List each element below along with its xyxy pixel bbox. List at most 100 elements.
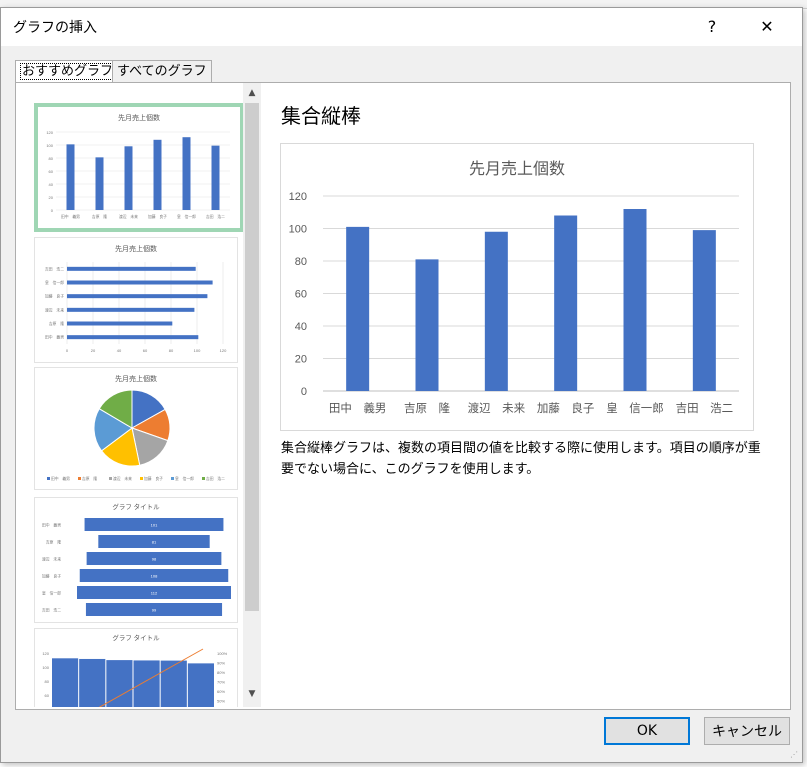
thumb-pareto-bar <box>160 660 187 707</box>
thumb-legend-swatch <box>109 477 112 480</box>
thumbnail-column-chart: 先月売上個数 0 20 40 60 80 100 120 田中 義男 吉原 隆 渡辺 未来 加藤 良子… <box>46 113 230 219</box>
thumb-bar <box>95 157 104 210</box>
y-tick-label: 0 <box>301 386 307 398</box>
tab-recommended[interactable]: おすすめグラフ <box>15 60 121 84</box>
thumb-title: グラフ タイトル <box>112 502 160 511</box>
thumb-bar <box>67 321 173 326</box>
thumb-bar <box>153 139 162 210</box>
thumbnail-funnel[interactable]: グラフ タイトル 101 田中 義男 81 吉原 隆 98 渡辺 未来 108 加藤 良子 112… <box>34 497 238 623</box>
thumb-funnel-value: 101 <box>151 523 158 528</box>
thumb-funnel-value: 98 <box>152 557 157 562</box>
chart-preview: 先月売上個数 0 20 40 60 80 100 120 田中 義男 吉原 隆 渡辺 未来 加藤 良子… <box>280 143 754 431</box>
chart-title: 先月売上個数 <box>469 160 565 178</box>
bar <box>484 231 508 391</box>
thumb-x-tick: 60 <box>143 348 148 353</box>
thumb-x-tick: 吉原 隆 <box>92 214 107 219</box>
dialog-title: グラフの挿入 <box>13 20 97 36</box>
thumb-legend-label: 加藤 良子 <box>144 476 163 481</box>
x-tick-label: 加藤 良子 <box>537 401 595 415</box>
y-tick-label: 120 <box>289 191 307 203</box>
thumb-title: グラフ タイトル <box>112 633 160 642</box>
x-tick-label: 田中 義男 <box>329 401 387 415</box>
thumb-legend-label: 吉田 浩二 <box>206 476 225 481</box>
thumbnail-clustered-bar[interactable]: 先月売上個数 0 20 40 60 80 100 120 吉田 浩二皇 信一郎 加藤 良子 渡辺 未… <box>34 237 238 363</box>
thumb-y-tick: 渡辺 未来 <box>45 307 64 312</box>
thumb-y-tick: 80 <box>49 156 54 161</box>
thumb-y-tick: 60 <box>45 693 50 698</box>
thumb-x-tick: 40 <box>117 348 122 353</box>
thumb-bar <box>211 145 220 210</box>
y-tick-label: 80 <box>295 256 307 268</box>
thumb-funnel-label: 吉田 浩二 <box>42 608 61 613</box>
thumb-funnel-value: 81 <box>152 540 157 545</box>
thumb-legend-label: 渡辺 未来 <box>113 476 132 481</box>
thumbnail-pie[interactable]: 先月売上個数 田中 義男 吉原 隆 渡辺 未来 加藤 良子 皇 信一郎 吉田 浩二 <box>34 367 238 490</box>
thumb-y-tick: 120 <box>42 651 49 656</box>
thumb-x-tick: 120 <box>220 348 227 353</box>
thumb-funnel-value: 112 <box>151 591 158 596</box>
thumb-pct-tick: 80% <box>217 670 225 675</box>
thumb-y-tick: 0 <box>51 208 54 213</box>
thumb-x-tick: 20 <box>91 348 96 353</box>
thumb-funnel-label: 渡辺 未来 <box>42 557 61 562</box>
thumb-title: 先月売上個数 <box>115 374 157 383</box>
gallery-scrollbar[interactable]: ▲ ▼ <box>243 83 261 707</box>
thumb-y-tick: 皇 信一郎 <box>45 280 64 285</box>
thumb-x-tick: 皇 信一郎 <box>177 214 196 219</box>
thumb-x-tick: 田中 義男 <box>61 214 80 219</box>
tab-all-charts-label: すべてのグラフ <box>117 64 207 79</box>
close-button[interactable]: ✕ <box>749 12 785 40</box>
thumb-funnel-label: 吉原 隆 <box>46 540 61 545</box>
thumb-x-tick: 吉田 浩二 <box>206 214 225 219</box>
thumb-y-tick: 田中 義男 <box>45 335 64 340</box>
thumbnail-funnel-chart: グラフ タイトル 101 田中 義男 81 吉原 隆 98 渡辺 未来 108 加藤 良子 112… <box>42 502 231 616</box>
scroll-up-arrow-icon[interactable]: ▲ <box>245 86 259 100</box>
thumb-x-tick: 0 <box>66 348 69 353</box>
thumbnail-pie-chart: 先月売上個数田中 義男 吉原 隆 渡辺 未来 加藤 良子 皇 信一郎 吉田 浩二 <box>47 374 225 481</box>
thumb-bar <box>67 266 196 271</box>
thumb-bar <box>66 144 75 210</box>
thumb-title: 先月売上個数 <box>118 113 160 122</box>
thumb-funnel-value: 108 <box>151 574 158 579</box>
chart-type-name: 集合縦棒 <box>281 104 361 128</box>
insert-chart-dialog: グラフの挿入 ? ✕ おすすめグラフ すべてのグラフ 先月売上個数 0 20 40 60… <box>0 7 803 763</box>
thumb-x-tick: 渡辺 未来 <box>119 214 138 219</box>
thumb-funnel-label: 田中 義男 <box>42 523 61 528</box>
tab-all-charts[interactable]: すべてのグラフ <box>112 60 212 84</box>
bar <box>346 226 370 391</box>
thumbnail-pareto-chart: グラフ タイトル 120 100 80 60 100% 90% 80% 70% 60% 50% <box>42 633 228 707</box>
thumbnail-pareto[interactable]: グラフ タイトル 120 100 80 60 100% 90% 80% 70% 60% 50% <box>34 628 238 707</box>
thumb-pct-tick: 70% <box>217 680 225 685</box>
thumb-funnel-label: 加藤 良子 <box>42 574 61 579</box>
thumb-y-tick: 60 <box>49 169 54 174</box>
thumb-x-tick: 加藤 良子 <box>148 214 167 219</box>
recommended-chart-gallery: 先月売上個数 0 20 40 60 80 100 120 田中 義男 吉原 隆渡辺 未来 加藤 良子… <box>16 83 261 707</box>
y-tick-label: 40 <box>295 321 307 333</box>
scroll-down-arrow-icon[interactable]: ▼ <box>245 687 259 701</box>
thumb-y-tick: 20 <box>49 195 54 200</box>
ok-button[interactable]: OK <box>604 717 690 745</box>
thumb-title: 先月売上個数 <box>115 244 157 253</box>
thumb-legend-swatch <box>202 477 205 480</box>
thumb-bar <box>67 294 208 299</box>
bar <box>554 215 578 391</box>
scrollbar-thumb[interactable] <box>245 103 259 611</box>
x-tick-label: 吉田 浩二 <box>676 402 734 415</box>
help-button[interactable]: ? <box>694 12 730 40</box>
chart-description: 集合縦棒グラフは、複数の項目間の値を比較する際に使用します。項目の順序が重要でな… <box>281 441 761 477</box>
resize-grip-icon[interactable]: ⋰ <box>790 750 800 760</box>
thumb-y-tick: 吉原 隆 <box>49 321 64 326</box>
thumb-y-tick: 120 <box>46 130 53 135</box>
thumb-pct-tick: 60% <box>217 689 225 694</box>
thumb-bar <box>67 280 213 285</box>
bar <box>692 230 716 391</box>
thumb-y-tick: 100 <box>46 143 53 148</box>
thumb-bar <box>124 146 133 210</box>
title-bar: グラフの挿入 ? ✕ <box>1 8 802 46</box>
cancel-button[interactable]: キャンセル <box>704 717 790 745</box>
thumb-legend-label: 吉原 隆 <box>82 476 97 481</box>
thumbnail-clustered-column[interactable]: 先月売上個数 0 20 40 60 80 100 120 田中 義男 吉原 隆 渡辺 未来 加藤 良子… <box>34 103 244 232</box>
thumb-legend-label: 田中 義男 <box>51 476 70 481</box>
content-panel: 先月売上個数 0 20 40 60 80 100 120 田中 義男 吉原 隆渡辺 未来 加藤 良子… <box>15 82 791 710</box>
thumb-y-tick: 吉田 浩二 <box>45 266 64 271</box>
